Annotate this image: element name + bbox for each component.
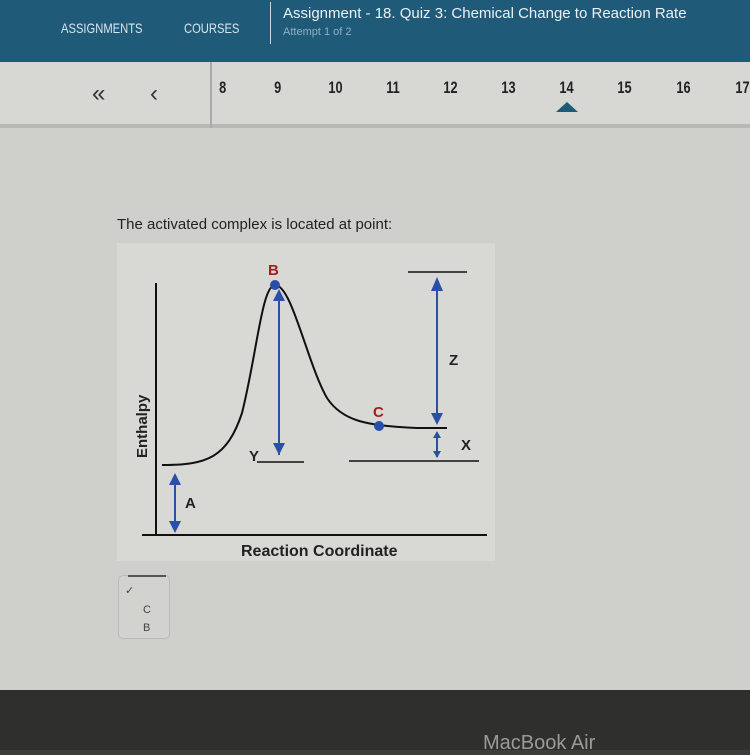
label-b: B [268, 262, 279, 279]
question-number-current[interactable]: 14 [559, 78, 573, 98]
top-bar: ASSIGNMENTS COURSES Assignment - 18. Qui… [0, 0, 750, 62]
laptop-bezel [0, 690, 750, 750]
screen: ASSIGNMENTS COURSES Assignment - 18. Qui… [0, 0, 750, 690]
divider [210, 62, 212, 128]
question-number[interactable]: 16 [676, 78, 690, 98]
question-number[interactable]: 10 [328, 78, 342, 98]
check-icon: ✓ [125, 585, 135, 597]
assignment-title: Assignment - 18. Quiz 3: Chemical Change… [283, 5, 687, 22]
enthalpy-diagram: B C Z X Y A Reaction Coordinate Enthalpy [117, 243, 495, 561]
nav-assignments[interactable]: ASSIGNMENTS [61, 20, 143, 36]
question-number[interactable]: 9 [274, 78, 281, 98]
x-axis-label: Reaction Coordinate [241, 543, 398, 560]
option-c[interactable]: C [143, 604, 151, 616]
question-text: The activated complex is located at poin… [117, 216, 393, 233]
divider [270, 2, 271, 44]
current-question-marker [556, 102, 578, 112]
label-a: A [185, 495, 196, 512]
question-number[interactable]: 12 [443, 78, 457, 98]
label-z: Z [449, 352, 458, 369]
selected-blank-option[interactable] [128, 575, 166, 577]
question-number[interactable]: 17 [735, 78, 749, 98]
question-number[interactable]: 13 [501, 78, 515, 98]
question-nav [0, 62, 750, 128]
attempt-label: Attempt 1 of 2 [283, 26, 352, 38]
chevron-left-icon[interactable]: ‹ [150, 80, 158, 108]
option-b[interactable]: B [143, 622, 150, 634]
question-number[interactable]: 11 [386, 78, 399, 98]
nav-courses[interactable]: COURSES [184, 20, 239, 36]
label-c: C [373, 404, 384, 421]
question-number[interactable]: 8 [219, 78, 226, 98]
question-number[interactable]: 15 [617, 78, 631, 98]
point-c [374, 421, 384, 431]
device-brand: MacBook Air [483, 732, 596, 754]
double-chevron-left-icon[interactable]: « [92, 80, 105, 108]
label-x: X [461, 437, 471, 454]
label-y: Y [249, 448, 259, 465]
point-b [270, 280, 280, 290]
y-axis-label: Enthalpy [134, 394, 151, 458]
